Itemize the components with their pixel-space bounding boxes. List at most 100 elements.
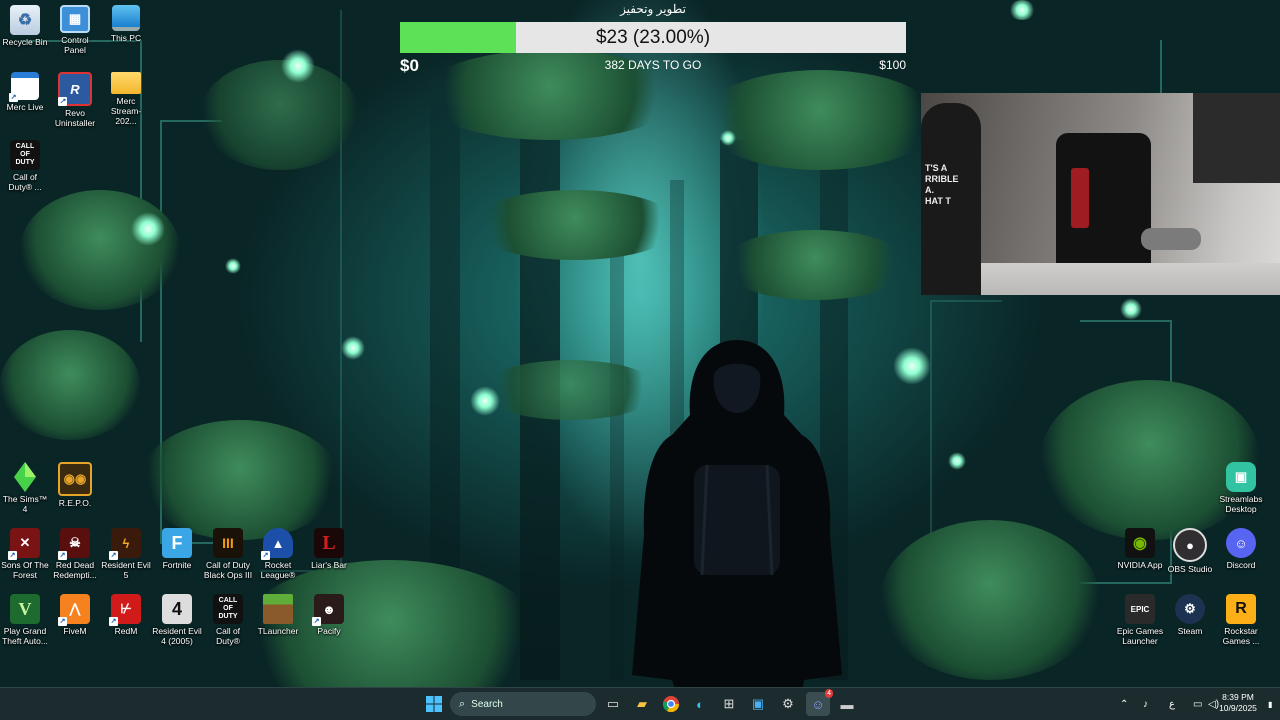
desktop-icon-sons-of-the-forest[interactable]: ✕ ↗ Sons Of The Forest xyxy=(0,528,50,580)
wall-frame xyxy=(1193,93,1280,183)
desktop-icon-epic-games[interactable]: EPIC Epic Games Launcher xyxy=(1115,594,1165,646)
desktop-icon-nvidia-app[interactable]: ◉ NVIDIA App xyxy=(1115,528,1165,570)
microphone xyxy=(1141,228,1201,250)
desktop-icon-pacify[interactable]: ☻ ↗ Pacify xyxy=(304,594,354,636)
resident-evil-icon: ϟ ↗ xyxy=(109,528,141,560)
microphone-icon: ♪ xyxy=(1143,698,1148,710)
monitor-icon xyxy=(112,5,140,31)
repo-robot-icon: ◉◉ xyxy=(58,462,92,496)
fortnite-icon: F xyxy=(162,528,192,558)
desktop-icon-redm[interactable]: ⊬ ↗ RedM xyxy=(101,594,151,636)
rockstar-icon: R xyxy=(1226,594,1256,624)
desktop-icon-recycle-bin[interactable]: ♻ Recycle Bin xyxy=(0,5,50,47)
desktop-icon-control-panel[interactable]: ▦ Control Panel xyxy=(50,5,100,55)
revo-icon: R ↗ xyxy=(58,72,92,106)
rocket-league-icon: ▲ ↗ xyxy=(261,528,293,560)
desktop-icon-rockstar[interactable]: R Rockstar Games ... xyxy=(1216,594,1266,646)
goal-days-remaining: 382 DAYS TO GO xyxy=(604,58,702,72)
start-button[interactable] xyxy=(422,692,446,716)
shirt-text: T'S A RRIBLE A. HAT T xyxy=(925,163,959,206)
desktop-icon-gta[interactable]: V Play Grand Theft Auto... xyxy=(0,594,50,646)
desktop-icon-obs-studio[interactable]: ● OBS Studio xyxy=(1165,528,1215,574)
taskbar-search-box[interactable]: ⌕ Search xyxy=(450,692,596,716)
window-icon: ▣ xyxy=(751,696,765,711)
goal-amount: $23 (23.00%) xyxy=(595,27,711,48)
search-icon: ⌕ xyxy=(459,697,466,710)
desktop-icon-liars-bar[interactable]: L Liar's Bar xyxy=(304,528,354,570)
goal-progress-bar: $23 (23.00%) xyxy=(400,22,906,53)
webcam-overlay: T'S A RRIBLE A. HAT T xyxy=(921,93,1280,295)
notification-button[interactable]: ▮ xyxy=(1268,688,1272,720)
desktop-icon-steam[interactable]: ⚙ Steam xyxy=(1165,594,1215,636)
desktop-icon-merc-stream-folder[interactable]: Merc Stream-202... xyxy=(101,72,151,126)
desktop-icon-resident-evil-5[interactable]: ϟ ↗ Resident Evil 5 xyxy=(101,528,151,580)
desktop-icon-rocket-league[interactable]: ▲ ↗ Rocket League® xyxy=(253,528,303,580)
desktop-icon-fortnite[interactable]: F Fortnite xyxy=(152,528,202,570)
chrome-button[interactable] xyxy=(659,692,683,716)
liars-bar-icon: L xyxy=(314,528,344,558)
desktop-icon-discord[interactable]: ☺ Discord xyxy=(1216,528,1266,570)
windows-logo-icon xyxy=(426,696,442,712)
grass-block-icon xyxy=(263,594,293,624)
terminal-button[interactable]: ▬ xyxy=(835,692,859,716)
bell-icon: ▮ xyxy=(1268,699,1273,709)
goal-title: تطوير وتحفيز xyxy=(620,2,686,16)
desktop-icon-revo-uninstaller[interactable]: R ↗ Revo Uninstaller xyxy=(50,72,100,128)
steam-icon: ⚙ xyxy=(1175,594,1205,624)
search-placeholder: Search xyxy=(471,698,503,710)
edge-icon: ◐ xyxy=(696,696,704,712)
network-tray-button[interactable]: ▭ xyxy=(1193,688,1202,720)
desktop-icon-call-of-duty-2[interactable]: CALL OF DUTY Call of Duty® xyxy=(203,594,253,646)
desktop-icon-this-pc[interactable]: This PC xyxy=(101,5,151,43)
desktop-icon-call-of-duty[interactable]: CALL OF DUTY Call of Duty® ... xyxy=(0,140,50,192)
folder-icon xyxy=(111,72,141,94)
epic-games-icon: EPIC xyxy=(1125,594,1155,624)
desktop-icon-the-sims-4[interactable]: The Sims™ 4 xyxy=(0,462,50,514)
plumbob-icon xyxy=(10,462,40,492)
desktop-icon-red-dead-redemption[interactable]: ☠ ↗ Red Dead Redempti... xyxy=(50,528,100,580)
sons-of-the-forest-icon: ✕ ↗ xyxy=(8,528,40,560)
discord-icon: ☺ xyxy=(1226,528,1256,558)
discord-taskbar-button[interactable]: ☺ 4 xyxy=(806,689,833,716)
folder-icon: ▰ xyxy=(637,696,647,711)
desktop-icon-repo[interactable]: ◉◉ R.E.P.O. xyxy=(50,462,100,508)
resident-evil-4-icon: 4 xyxy=(162,594,192,624)
gta-icon: V xyxy=(10,594,40,624)
steam-taskbar-button[interactable]: ⚙ xyxy=(776,692,800,716)
desktop-icon-fivem[interactable]: ⋀ ↗ FiveM xyxy=(50,594,100,636)
chrome-icon xyxy=(663,696,679,712)
clock-date: 10/9/2025 xyxy=(1219,703,1257,713)
microphone-tray-button[interactable]: ♪ xyxy=(1143,688,1148,720)
desktop-icon-merc-live[interactable]: ↗ Merc Live xyxy=(0,72,50,112)
hooded-figure xyxy=(632,340,842,695)
fivem-icon: ⋀ ↗ xyxy=(58,594,90,626)
streamlabs-icon: ▣ xyxy=(1226,462,1256,492)
streamer: T'S A RRIBLE A. HAT T xyxy=(921,103,981,295)
task-view-button[interactable]: ▭ xyxy=(601,692,625,716)
app-button[interactable]: ▣ xyxy=(746,692,770,716)
store-button[interactable]: ⊞ xyxy=(717,692,741,716)
recycle-bin-icon: ♻ xyxy=(10,5,40,35)
desktop-icon-resident-evil-4[interactable]: 4 Resident Evil 4 (2005) xyxy=(152,594,202,646)
window-icon: ↗ xyxy=(9,72,39,102)
black-ops-icon: III xyxy=(213,528,243,558)
taskbar: ⌕ Search ▭ ▰ ◐ ⊞ ▣ ⚙ ☺ 4 ▬ ⌃ ♪ ع ▭ ◁) 8:… xyxy=(0,687,1280,720)
edge-button[interactable]: ◐ xyxy=(688,692,712,716)
input-language-button[interactable]: ع xyxy=(1169,688,1175,720)
task-view-icon: ▭ xyxy=(606,696,620,711)
taskbar-clock[interactable]: 8:39 PM 10/9/2025 xyxy=(1212,692,1264,714)
desktop-icon-streamlabs[interactable]: ▣ Streamlabs Desktop xyxy=(1216,462,1266,514)
call-of-duty-icon: CALL OF DUTY xyxy=(213,594,243,624)
goal-max-label: $100 xyxy=(879,58,906,72)
clock-time: 8:39 PM xyxy=(1222,692,1254,702)
redm-icon: ⊬ ↗ xyxy=(109,594,141,626)
chevron-up-icon: ⌃ xyxy=(1120,698,1129,710)
desktop-icon-black-ops-3[interactable]: III Call of Duty Black Ops III xyxy=(203,528,253,580)
steam-icon: ⚙ xyxy=(782,696,794,711)
nvidia-icon: ◉ xyxy=(1125,528,1155,558)
file-explorer-button[interactable]: ▰ xyxy=(630,692,654,716)
discord-badge: 4 xyxy=(825,689,833,698)
desktop-icon-tlauncher[interactable]: TLauncher xyxy=(253,594,303,636)
show-hidden-icons-button[interactable]: ⌃ xyxy=(1120,688,1128,720)
terminal-icon: ▬ xyxy=(840,696,854,712)
